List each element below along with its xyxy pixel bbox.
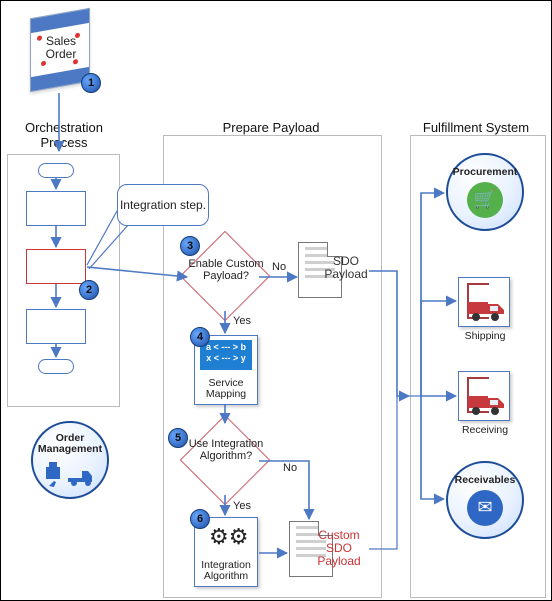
- enable-custom-label: Enable Custom Payload?: [187, 258, 265, 282]
- step-badge-1: 1: [81, 73, 101, 93]
- orchestration-title: Orchestration Process: [9, 120, 119, 150]
- receiving-label: Receiving: [450, 424, 520, 436]
- cart-icon: 🛒: [467, 182, 503, 218]
- orch-integration-step-box: [26, 249, 86, 284]
- order-management-label: Order Management: [33, 433, 107, 455]
- truck-icon: [468, 296, 508, 322]
- receivables-circle: Receivables ✉: [446, 461, 524, 539]
- order-management-circle: Order Management: [31, 421, 109, 499]
- receiving-box: Receiving: [458, 371, 510, 421]
- no-label-2: No: [283, 462, 297, 474]
- yes-label-2: Yes: [233, 500, 251, 512]
- procurement-label: Procurement: [453, 167, 518, 178]
- no-label-1: No: [272, 261, 286, 273]
- procurement-circle: Procurement 🛒: [446, 153, 524, 231]
- fulfillment-title: Fulfillment System: [411, 120, 541, 135]
- step-badge-6: 6: [190, 509, 210, 529]
- orch-step-box-2: [26, 309, 86, 344]
- orch-step-box: [26, 191, 86, 226]
- shipping-box: Shipping: [458, 277, 510, 327]
- diagram-canvas: Sales Order 1 Orchestration Process Prep…: [0, 0, 552, 601]
- custom-sdo-label: Custom SDO Payload: [309, 529, 369, 568]
- gear-icon: ⚙⚙: [209, 526, 245, 556]
- orch-end-icon: [38, 359, 74, 374]
- use-algorithm-label: Use Integration Algorithm?: [187, 438, 265, 462]
- step-badge-3: 3: [180, 236, 200, 256]
- prepare-title: Prepare Payload: [201, 120, 341, 135]
- receivables-label: Receivables: [455, 475, 516, 486]
- order-management-icon: [44, 459, 96, 487]
- integration-step-callout: Integration step.: [117, 184, 209, 226]
- yes-label-1: Yes: [233, 315, 251, 327]
- step-badge-2: 2: [79, 280, 99, 300]
- truck-icon: [468, 390, 508, 416]
- sales-order-label: Sales Order: [35, 35, 87, 61]
- step-badge-4: 4: [190, 327, 210, 347]
- envelope-icon: ✉: [467, 490, 503, 526]
- sdo-label: SDO Payload: [318, 255, 374, 281]
- service-mapping-formula-icon: a < --- > b x < --- > y: [200, 340, 252, 370]
- step-badge-5: 5: [168, 428, 188, 448]
- service-mapping-label: Service Mapping: [195, 378, 257, 400]
- shipping-label: Shipping: [450, 330, 520, 342]
- orch-start-icon: [38, 163, 74, 178]
- integration-step-callout-text: Integration step.: [120, 199, 206, 212]
- integration-algorithm-label: Integration Algorithm: [195, 560, 257, 582]
